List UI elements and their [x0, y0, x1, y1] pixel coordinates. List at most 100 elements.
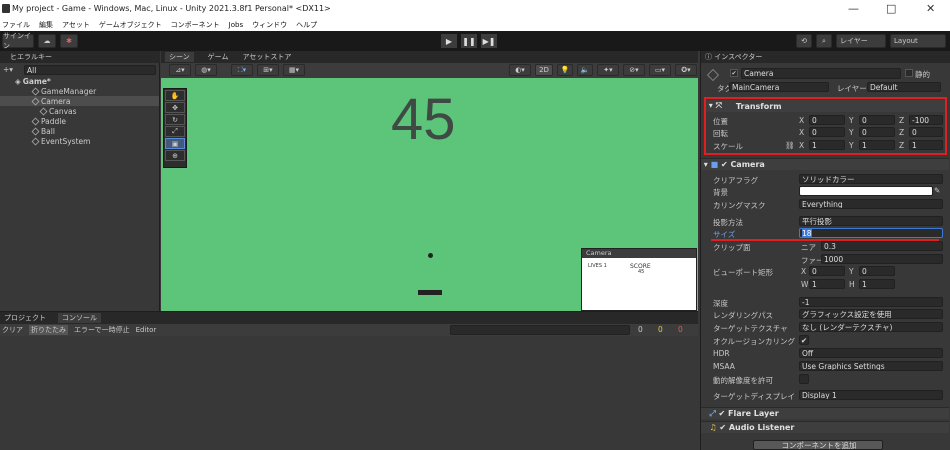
viewport-w[interactable]: 1 [809, 279, 845, 289]
maximize-button[interactable]: □ [886, 2, 896, 15]
error-pause-button[interactable]: エラーで一時停止 [74, 325, 130, 335]
play-button[interactable]: ▶ [441, 34, 457, 48]
clear-flags-dropdown[interactable]: ソリッドカラー [799, 174, 943, 184]
add-icon[interactable]: +▾ [3, 65, 13, 74]
target-display-dropdown[interactable]: Display 1 [799, 390, 943, 400]
draw-mode-icon[interactable]: ⊿▾ [169, 64, 191, 76]
menu-file[interactable]: ファイル [2, 20, 30, 30]
ball[interactable] [428, 253, 433, 258]
hierarchy-item-gamemanager[interactable]: GameManager [31, 86, 96, 96]
lighting-icon[interactable]: 💡 [557, 64, 573, 76]
collapse-button[interactable]: 折りたたみ [29, 325, 68, 335]
gizmo-icon[interactable]: ◐▾ [509, 64, 531, 76]
layers-dropdown[interactable]: レイヤー [836, 34, 886, 48]
hierarchy-item-eventsystem[interactable]: EventSystem [31, 136, 90, 146]
hand-tool-icon[interactable]: ✋ [165, 90, 185, 101]
menu-assets[interactable]: アセット [62, 20, 90, 30]
collab-icon[interactable]: ✱ [60, 34, 78, 48]
scene-root[interactable]: ◈ Game* [15, 76, 159, 86]
depth-field[interactable]: -1 [799, 297, 943, 307]
menu-gameobject[interactable]: ゲームオブジェクト [99, 20, 162, 30]
scale-z[interactable]: 1 [909, 140, 943, 150]
active-checkbox[interactable]: ✔ [730, 69, 738, 77]
far-field[interactable]: 1000 [821, 254, 943, 264]
mode-2d-button[interactable]: 2D [535, 64, 553, 76]
gizmos-menu-icon[interactable]: ✪▾ [675, 64, 697, 76]
layout-dropdown[interactable]: Layout [890, 34, 946, 48]
camera-component-header[interactable]: ▾ ■ ✔ Camera [701, 158, 949, 170]
hdr-dropdown[interactable]: Off [799, 348, 943, 358]
occlusion-culling-checkbox[interactable]: ✔ [799, 335, 809, 345]
move-tool-icon[interactable]: ✥ [165, 102, 185, 113]
inspector-tab[interactable]: ⓘ インスペクター [701, 51, 950, 63]
position-y[interactable]: 0 [859, 115, 895, 125]
error-count[interactable]: 0 [678, 325, 683, 334]
transform-header[interactable]: ▾ ⤧ Transform [706, 100, 945, 112]
add-component-button[interactable]: コンポーネントを追加 [753, 440, 883, 450]
msaa-dropdown[interactable]: Use Graphics Settings [799, 361, 943, 371]
grid-icon[interactable]: ▦▾ [283, 64, 305, 76]
rect-tool-icon[interactable]: ▣ [165, 138, 185, 149]
clear-button[interactable]: クリア [2, 325, 23, 335]
scale-x[interactable]: 1 [809, 140, 845, 150]
hierarchy-tab[interactable]: ヒエラルキー [0, 51, 160, 63]
rendering-path-dropdown[interactable]: グラフィックス設定を使用 [799, 309, 943, 319]
tab-console[interactable]: コンソール [58, 313, 101, 323]
scale-y[interactable]: 1 [859, 140, 895, 150]
hierarchy-item-ball[interactable]: Ball [31, 126, 55, 136]
pause-button[interactable]: ❚❚ [461, 34, 477, 48]
step-button[interactable]: ▶❚ [481, 34, 497, 48]
eyedropper-icon[interactable]: ✎ [934, 186, 940, 195]
dynamic-resolution-checkbox[interactable] [799, 374, 809, 384]
effects-icon[interactable]: ✦▾ [597, 64, 619, 76]
near-field[interactable]: 0.3 [821, 241, 943, 251]
search-icon[interactable]: ⌕ [816, 34, 832, 48]
tab-scene[interactable]: シーン [165, 52, 194, 62]
tab-asset-store[interactable]: アセットストア [242, 52, 291, 62]
editor-dropdown[interactable]: Editor [136, 326, 157, 334]
tab-project[interactable]: プロジェクト [4, 313, 46, 323]
layer-dropdown[interactable]: Default [867, 82, 941, 92]
rotation-z[interactable]: 0 [909, 127, 943, 137]
menu-component[interactable]: コンポーネント [171, 20, 220, 30]
camera-icon[interactable]: ▭▾ [649, 64, 671, 76]
flare-layer-header[interactable]: ⤢ ✔ Flare Layer [701, 407, 949, 419]
menu-edit[interactable]: 編集 [39, 20, 53, 30]
close-button[interactable]: ✕ [926, 2, 935, 15]
background-color-field[interactable] [799, 186, 933, 196]
target-texture-field[interactable]: なし (レンダーテクスチャ) [799, 322, 943, 332]
info-count[interactable]: 0 [638, 325, 643, 334]
menu-window[interactable]: ウィンドウ [252, 20, 287, 30]
audio-listener-header[interactable]: ♫ ✔ Audio Listener [701, 421, 949, 433]
menu-jobs[interactable]: Jobs [229, 21, 243, 29]
projection-dropdown[interactable]: 平行投影 [799, 216, 943, 226]
visibility-icon[interactable]: ⊘▾ [623, 64, 645, 76]
viewport-x[interactable]: 0 [809, 266, 845, 276]
transform-tool-icon[interactable]: ⊕ [165, 150, 185, 161]
object-name-field[interactable]: Camera [741, 68, 901, 79]
hierarchy-item-canvas[interactable]: Canvas [39, 106, 77, 116]
warning-count[interactable]: 0 [658, 325, 663, 334]
size-field[interactable]: 18 [799, 228, 943, 238]
scale-tool-icon[interactable]: ⤢ [165, 126, 185, 137]
rotate-tool-icon[interactable]: ↻ [165, 114, 185, 125]
paddle[interactable] [418, 290, 442, 295]
viewport-y[interactable]: 0 [859, 266, 895, 276]
sign-in-button[interactable]: サインイン [2, 32, 34, 50]
position-z[interactable]: -100 [909, 115, 943, 125]
viewport-h[interactable]: 1 [859, 279, 895, 289]
cloud-icon[interactable]: ☁ [38, 34, 56, 48]
scene-view[interactable]: ✋ ✥ ↻ ⤢ ▣ ⊕ 45 Camera LIVES 1 SCORE 45 [161, 78, 698, 311]
snap-icon[interactable]: ⊞▾ [257, 64, 279, 76]
hierarchy-search[interactable]: All [24, 65, 156, 75]
hierarchy-item-camera[interactable]: Camera [0, 96, 159, 106]
static-checkbox[interactable] [905, 69, 913, 77]
menu-help[interactable]: ヘルプ [296, 20, 317, 30]
tab-game[interactable]: ゲーム [208, 52, 229, 62]
globe-icon[interactable]: ◍▾ [195, 64, 217, 76]
rotation-y[interactable]: 0 [859, 127, 895, 137]
history-icon[interactable]: ⟲ [796, 34, 812, 48]
position-x[interactable]: 0 [809, 115, 845, 125]
culling-mask-dropdown[interactable]: Everything [799, 199, 943, 209]
audio-icon[interactable]: 🔈 [577, 64, 593, 76]
